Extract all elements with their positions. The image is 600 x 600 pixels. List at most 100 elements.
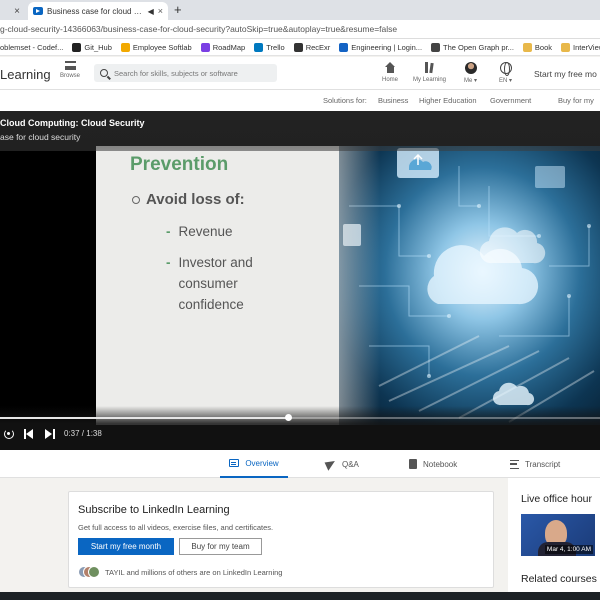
tab-close-icon[interactable]: × — [14, 6, 20, 17]
search-box[interactable] — [94, 64, 277, 82]
video-player[interactable]: Cloud Computing: Cloud Security ase for … — [0, 111, 600, 450]
bookmark-label: Engineering | Login... — [351, 42, 423, 52]
bookmark-label: Git_Hub — [84, 42, 112, 52]
home-icon — [384, 62, 396, 74]
bookmark-item[interactable]: oblemset - Codef... — [0, 43, 63, 52]
tab-notebook[interactable]: Notebook — [409, 450, 457, 478]
member-avatars — [78, 566, 100, 578]
previous-video-icon[interactable] — [24, 429, 34, 439]
progress-scrubber-handle[interactable] — [285, 414, 292, 421]
bookmark-item[interactable]: RecExr — [293, 42, 331, 52]
bookmark-item[interactable]: The Open Graph pr... — [431, 42, 514, 52]
nav-home-label: Home — [382, 77, 399, 83]
tab-qa[interactable]: Q&A — [324, 450, 359, 478]
subnav-buy-for-team-link[interactable]: Buy for my — [558, 96, 594, 105]
address-bar[interactable]: g-cloud-security-14366063/business-case-… — [0, 20, 600, 39]
bookmark-item[interactable]: Employee Softlab — [120, 42, 192, 52]
slide-fade-overlay — [300, 146, 380, 425]
tab-notebook-label: Notebook — [423, 459, 458, 469]
event-date-badge: Mar 4, 1:00 AM — [544, 545, 593, 554]
browse-button[interactable]: Browse — [59, 61, 81, 79]
new-tab-button[interactable]: + — [174, 2, 182, 18]
bookmark-favicon-icon — [293, 42, 303, 52]
tab-close-icon[interactable]: × — [158, 6, 163, 16]
next-video-icon[interactable] — [45, 429, 55, 439]
slide-heading: Prevention — [130, 154, 229, 175]
subnav-business-link[interactable]: Business — [378, 96, 408, 105]
solutions-subnav: Solutions for: Business Higher Education… — [0, 90, 600, 111]
taskbar-strip — [0, 592, 600, 600]
bookmark-label: Trello — [266, 42, 285, 52]
bookmark-favicon-icon — [339, 42, 349, 52]
bookmark-favicon-icon — [72, 42, 82, 52]
bookmarks-bar: oblemset - Codef... Git_Hub Employee Softl… — [0, 39, 600, 56]
slide-sub-bullet-text: Investor and consumer confidence — [178, 255, 253, 312]
bookmark-item[interactable]: RoadMap — [200, 42, 246, 52]
members-text: TAYIL and millions of others are on Link… — [105, 567, 283, 577]
nav-me[interactable]: Me ▾ — [464, 62, 477, 84]
live-office-hours-title: Live office hour — [521, 493, 593, 505]
transcript-icon — [510, 459, 519, 469]
subnav-government-link[interactable]: Government — [490, 96, 531, 105]
menu-icon — [64, 61, 76, 70]
bookmark-label: InterViewQuestion — [573, 42, 600, 52]
browser-tab-active[interactable]: Business case for cloud sec... ◀︎ × — [28, 2, 168, 20]
course-title[interactable]: Cloud Computing: Cloud Security — [0, 118, 145, 128]
avatar — [88, 566, 100, 578]
search-input[interactable] — [114, 68, 274, 78]
tab-overview-label: Overview — [245, 458, 279, 468]
slide-bullet: Avoid loss of: — [132, 191, 245, 208]
bookmark-label: RoadMap — [212, 42, 246, 52]
nav-language-label: EN ▾ — [499, 78, 513, 84]
nav-home[interactable]: Home — [382, 62, 398, 83]
browse-label: Browse — [59, 73, 80, 79]
nav-my-learning[interactable]: My Learning — [413, 62, 446, 83]
video-title: ase for cloud security — [0, 132, 81, 142]
live-event-thumbnail[interactable]: Mar 4, 1:00 AM — [521, 514, 595, 556]
overview-icon — [229, 459, 240, 467]
course-tabs: Overview Q&A Notebook Transcript — [0, 450, 600, 478]
replay-icon[interactable] — [4, 429, 14, 439]
bookmark-label: oblemset - Codef... — [0, 42, 64, 52]
books-icon — [424, 62, 435, 74]
nav-language[interactable]: EN ▾ — [499, 62, 512, 84]
progress-bar-fill — [0, 417, 288, 419]
progress-bar[interactable] — [0, 414, 600, 421]
bookmark-item[interactable]: Book — [522, 42, 552, 52]
bookmark-label: Employee Softlab — [132, 42, 192, 52]
bookmark-item[interactable]: Git_Hub — [72, 42, 112, 52]
globe-icon — [499, 62, 512, 76]
tab-overview[interactable]: Overview — [220, 450, 288, 478]
subscribe-card: Subscribe to LinkedIn Learning Get full … — [68, 491, 494, 588]
bookmark-favicon-icon — [200, 42, 210, 52]
linkedin-learning-favicon-icon — [33, 7, 43, 15]
buy-for-team-button[interactable]: Buy for my team — [179, 538, 262, 555]
bookmark-item[interactable]: Trello — [254, 42, 285, 52]
start-free-month-link[interactable]: Start my free mo — [534, 69, 597, 79]
bookmark-favicon-icon — [522, 42, 532, 52]
player-controls-overlay — [0, 406, 600, 450]
bullet-circle-icon — [132, 195, 140, 204]
subscribe-title: Subscribe to LinkedIn Learning — [78, 504, 230, 516]
nav-me-label: Me ▾ — [464, 78, 478, 84]
bookmark-item[interactable]: Engineering | Login... — [339, 42, 423, 52]
dash-bullet-icon: - — [166, 224, 171, 239]
video-timecode: 0:37 / 1:38 — [64, 429, 102, 438]
slide-bullet-text: Avoid loss of: — [146, 191, 245, 208]
start-free-month-button[interactable]: Start my free month — [78, 538, 174, 555]
browser-tab-previous[interactable]: × — [0, 3, 20, 20]
right-sidebar: Live office hour Mar 4, 1:00 AM Related … — [508, 478, 600, 592]
tab-qa-label: Q&A — [342, 459, 359, 469]
speaker-icon[interactable]: ◀︎ — [148, 7, 154, 16]
bookmark-item[interactable]: InterViewQuestion — [561, 42, 600, 52]
linkedin-learning-logo[interactable]: Learning — [0, 67, 51, 82]
bookmark-label: The Open Graph pr... — [443, 42, 514, 52]
search-icon — [100, 69, 108, 77]
bookmark-label: RecExr — [305, 42, 331, 52]
dash-bullet-icon: - — [166, 255, 171, 270]
bookmark-favicon-icon — [431, 42, 441, 52]
subnav-higher-education-link[interactable]: Higher Education — [419, 96, 477, 105]
url-text[interactable]: g-cloud-security-14366063/business-case-… — [0, 24, 397, 34]
tab-transcript[interactable]: Transcript — [510, 450, 560, 478]
send-icon — [324, 457, 338, 471]
